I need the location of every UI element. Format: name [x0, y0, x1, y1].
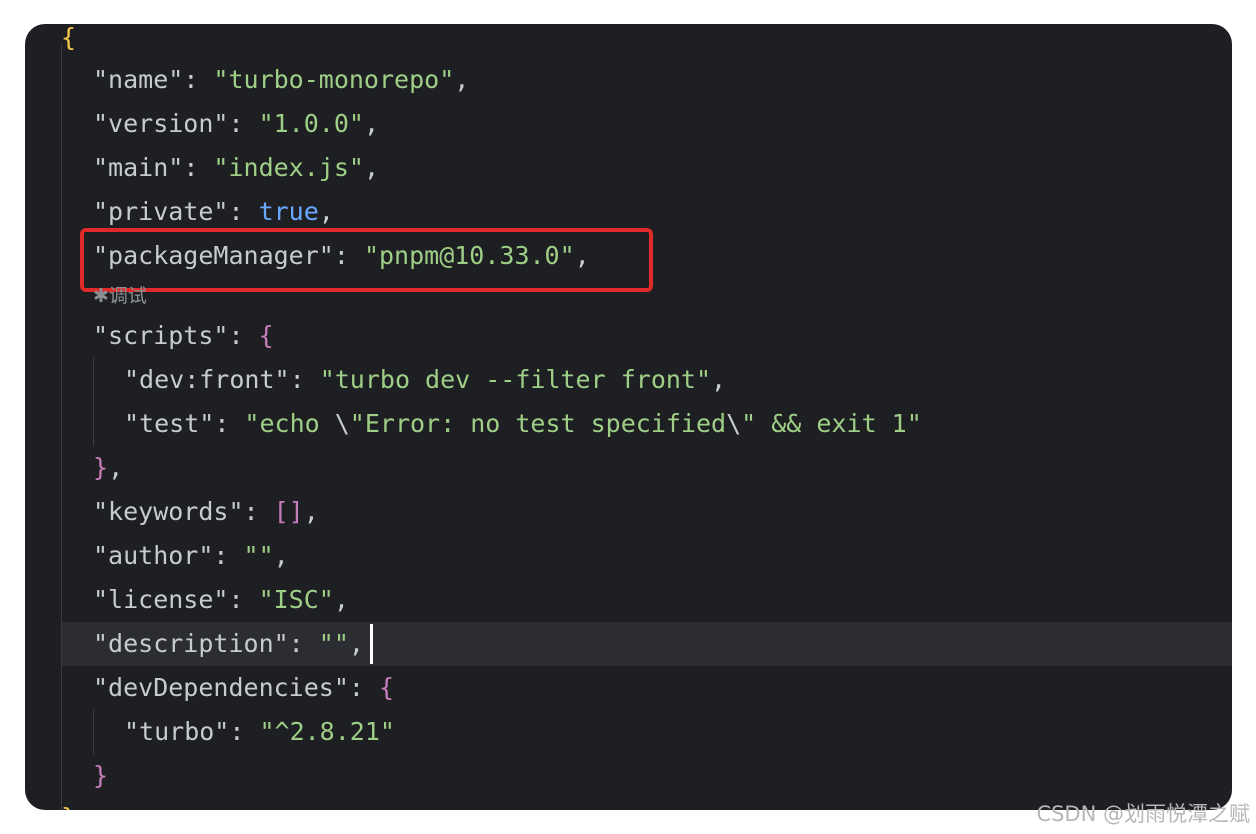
- watermark-text: CSDN @划雨悦潭之赋: [1036, 802, 1250, 826]
- json-array-value: []: [273, 497, 304, 526]
- json-colon: :: [214, 409, 245, 438]
- json-key: "description": [93, 629, 289, 658]
- code-line-test: "test": "echo \"Error: no test specified…: [25, 402, 1232, 446]
- json-colon: :: [228, 321, 259, 350]
- json-string-value: "turbo dev --filter front": [319, 365, 712, 394]
- red-highlight-box: [80, 228, 653, 292]
- json-comma: ,: [454, 65, 470, 94]
- escape-char: \: [334, 409, 350, 438]
- json-key: "main": [93, 153, 184, 182]
- json-comma: ,: [363, 153, 379, 182]
- code-line-dev-dependencies: "devDependencies": {: [25, 666, 1232, 710]
- code-line-open-brace: {: [25, 24, 1232, 60]
- json-colon: :: [213, 541, 244, 570]
- json-string-value: " && exit 1": [741, 409, 922, 438]
- json-key: "version": [93, 109, 229, 138]
- json-close-brace: }: [93, 761, 109, 790]
- code-line-dev-front: "dev:front": "turbo dev --filter front",: [25, 358, 1232, 402]
- json-key: "author": [93, 541, 214, 570]
- json-colon: :: [228, 585, 259, 614]
- json-key: "dev:front": [124, 365, 290, 394]
- code-line-description[interactable]: "description": "",: [25, 622, 1232, 666]
- json-key: "scripts": [93, 321, 229, 350]
- json-colon: :: [289, 365, 320, 394]
- text-caret: [370, 624, 373, 664]
- json-comma: ,: [318, 197, 334, 226]
- code-line-name: "name": "turbo-monorepo",: [25, 58, 1232, 102]
- json-key: "test": [124, 409, 215, 438]
- json-string-value: "index.js": [213, 153, 364, 182]
- code-line-keywords: "keywords": [],: [25, 490, 1232, 534]
- root-close-brace: }: [61, 796, 76, 810]
- code-line-license: "license": "ISC",: [25, 578, 1232, 622]
- code-editor[interactable]: { "name": "turbo-monorepo", "version": "…: [25, 24, 1232, 810]
- debug-inline-hint[interactable]: ✱调试: [93, 282, 147, 310]
- json-colon: :: [348, 673, 379, 702]
- json-string-value: "Error: no test specified: [349, 409, 727, 438]
- json-colon: :: [228, 109, 259, 138]
- json-colon: :: [229, 717, 260, 746]
- json-colon: :: [183, 153, 214, 182]
- json-comma: ,: [303, 497, 319, 526]
- json-colon: :: [243, 497, 274, 526]
- json-boolean-value: true: [258, 197, 319, 226]
- json-key: "license": [93, 585, 229, 614]
- json-comma: ,: [333, 585, 349, 614]
- json-colon: :: [183, 65, 214, 94]
- json-string-value: "ISC": [258, 585, 334, 614]
- json-string-value: "": [243, 541, 274, 570]
- json-key: "name": [93, 65, 184, 94]
- json-comma: ,: [108, 453, 124, 482]
- json-key: "turbo": [124, 717, 230, 746]
- json-comma: ,: [273, 541, 289, 570]
- code-line-version: "version": "1.0.0",: [25, 102, 1232, 146]
- json-colon: :: [288, 629, 319, 658]
- json-key: "private": [93, 197, 229, 226]
- json-open-brace: {: [258, 321, 274, 350]
- json-colon: :: [228, 197, 259, 226]
- json-string-value: "1.0.0": [258, 109, 364, 138]
- json-string-value: "": [318, 629, 349, 658]
- json-open-brace: {: [378, 673, 395, 702]
- root-open-brace: {: [61, 24, 77, 52]
- json-string-value: "echo: [244, 409, 335, 438]
- code-line-dev-dependencies-close: }: [25, 754, 1232, 798]
- json-key: "devDependencies": [93, 673, 349, 702]
- json-comma: ,: [348, 629, 364, 658]
- json-key: "keywords": [93, 497, 244, 526]
- code-line-turbo: "turbo": "^2.8.21": [25, 710, 1232, 754]
- json-string-value: "turbo-monorepo": [213, 65, 455, 94]
- code-line-scripts: "scripts": {: [25, 314, 1232, 358]
- json-close-brace: }: [93, 453, 109, 482]
- code-line-author: "author": "",: [25, 534, 1232, 578]
- code-line-main: "main": "index.js",: [25, 146, 1232, 190]
- code-line-scripts-close: },: [25, 446, 1232, 490]
- escape-char: \: [726, 409, 742, 438]
- json-string-value: "^2.8.21": [259, 717, 395, 746]
- json-comma: ,: [363, 109, 379, 138]
- json-comma: ,: [711, 365, 727, 394]
